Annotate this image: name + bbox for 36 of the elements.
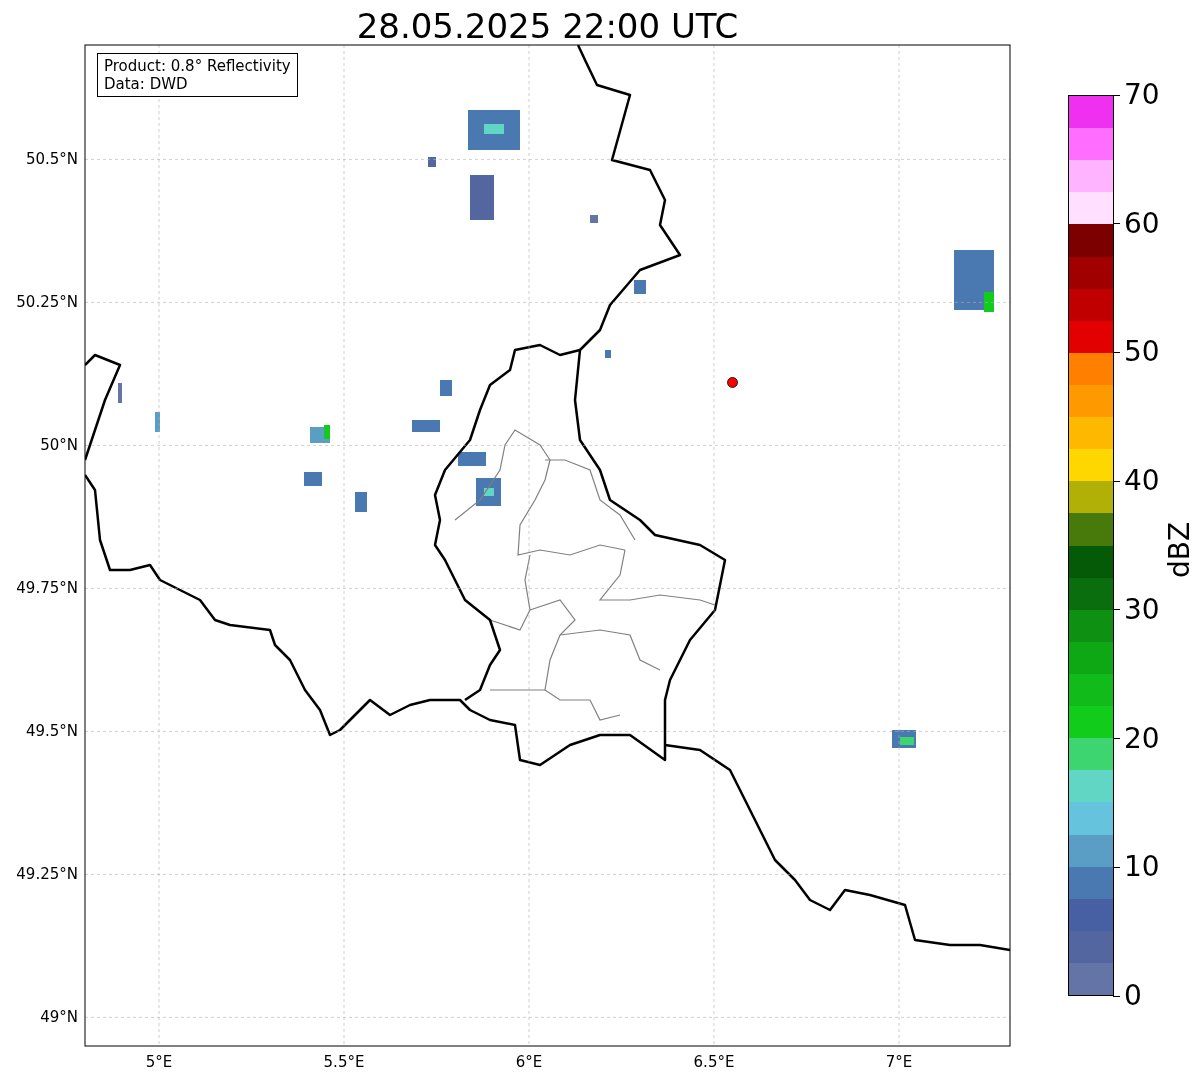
radar-echo-drawing xyxy=(440,380,452,396)
axis-tick-label: 49.5°N xyxy=(25,722,78,741)
legend-text: Product: 0.8° Reflectivity xyxy=(104,57,291,75)
radar-echo-drawing xyxy=(304,472,322,486)
axis-tick-label: 5°E xyxy=(145,1053,173,1071)
axis-tick-label: 49.75°N xyxy=(16,579,78,598)
radar-echo-drawing xyxy=(428,157,436,167)
radar-echo-drawing xyxy=(155,412,160,432)
axis-tick-label: 49°N xyxy=(40,1008,78,1027)
colorbar-tick-label: 40 xyxy=(1124,466,1160,497)
colorbar-tick-label: 70 xyxy=(1124,80,1160,110)
chart-title: 28.05.2025 22:00 UTC xyxy=(355,5,740,48)
colorbar-tick-label: 50 xyxy=(1124,337,1160,368)
radar-echo-drawing xyxy=(355,492,367,512)
colorbar-tick-label: 20 xyxy=(1124,723,1160,754)
axis-tick-label: 50.25°N xyxy=(16,293,78,312)
colorbar-tick-label: 10 xyxy=(1124,852,1160,883)
radar-echo-drawing xyxy=(634,280,646,294)
colorbar-tick-label: 0 xyxy=(1124,981,1142,1011)
colorbar-label: dBZ xyxy=(1162,521,1197,579)
radar-echo-drawing xyxy=(118,383,122,403)
axis-tick-label: 6°E xyxy=(515,1053,543,1071)
radar-echo-drawing xyxy=(458,452,486,466)
radar-echo-drawing xyxy=(470,175,494,220)
legend-text: Data: DWD xyxy=(104,75,189,93)
axis-tick-label: 49.25°N xyxy=(16,865,78,884)
radar-echo-drawing xyxy=(590,215,598,223)
colorbar-tick-label: 60 xyxy=(1124,208,1160,239)
colorbar-tick-label: 30 xyxy=(1124,594,1160,625)
radar-echo-drawing xyxy=(605,350,611,358)
axis-tick-label: 7°E xyxy=(885,1053,913,1071)
axis-tick-label: 5.5°E xyxy=(323,1053,365,1071)
radar-echo-drawing xyxy=(412,420,440,432)
axis-tick-label: 6.5°E xyxy=(693,1053,735,1071)
axis-tick-label: 50°N xyxy=(40,436,78,455)
axis-tick-label: 50.5°N xyxy=(25,150,78,169)
